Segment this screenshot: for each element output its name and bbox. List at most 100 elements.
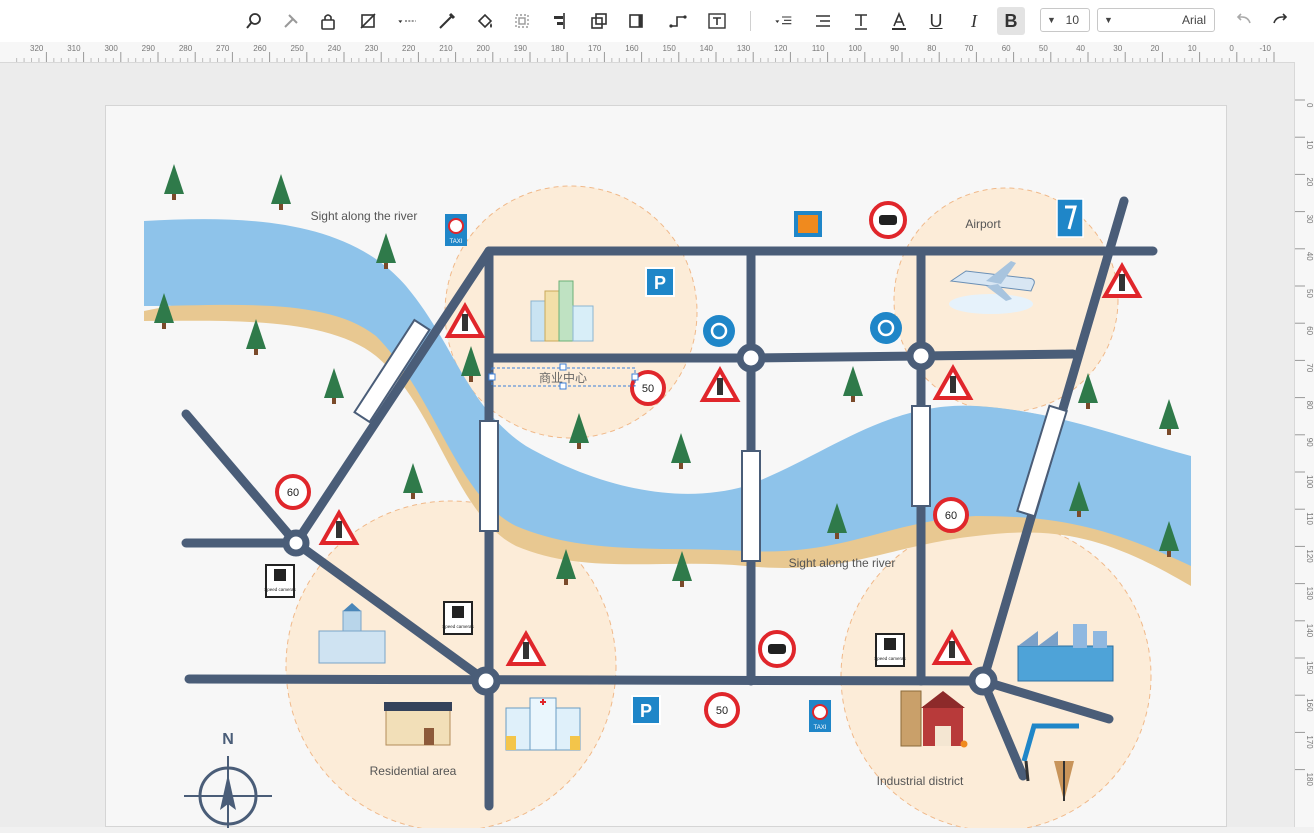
ruler-tick-label: 40 (1076, 44, 1085, 53)
taxi-sign: TAXI (445, 214, 467, 246)
ruler-tick-label: 100 (1305, 475, 1314, 489)
lock-icon[interactable] (314, 7, 342, 35)
speed-limit-value: 60 (945, 510, 957, 522)
road (484, 349, 1078, 363)
drawing-page[interactable]: 50 60 60 50 P P TAXI TAXI Speed cameras … (105, 105, 1228, 833)
ruler-tick-label: 170 (1305, 735, 1314, 749)
ruler-tick-label: 30 (1305, 215, 1314, 224)
ruler-tick-label: 90 (1305, 438, 1314, 447)
crop-icon[interactable] (508, 7, 536, 35)
text-style-icon[interactable] (847, 7, 875, 35)
ruler-tick-label: 150 (1305, 661, 1314, 675)
ruler-tick-label: 270 (216, 44, 230, 53)
text-spacing-icon[interactable] (766, 7, 802, 35)
residential-label: Residential area (370, 764, 457, 778)
tree-icon (671, 433, 691, 469)
speed-limit-sign: 60 (933, 497, 969, 533)
ruler-tick-label: 10 (1305, 140, 1314, 149)
speed-limit-value: 50 (642, 383, 654, 395)
tree-icon (1159, 399, 1179, 435)
ruler-tick-label: 180 (1305, 773, 1314, 787)
roundabout (906, 341, 936, 371)
speed-camera-sign: Speed cameras (442, 601, 475, 635)
ruler-tick-label: 180 (551, 44, 565, 53)
ruler-tick-label: 190 (514, 44, 528, 53)
ruler-tick-label: 40 (1305, 252, 1314, 261)
no-vehicles-sign-icon (869, 201, 907, 239)
ruler-tick-label: 230 (365, 44, 379, 53)
ruler-tick-label: 30 (1113, 44, 1122, 53)
ruler-tick-label: 20 (1305, 177, 1314, 186)
ruler-tick-label: 160 (1305, 698, 1314, 712)
tree-icon (246, 319, 266, 355)
ruler-tick-label: 260 (253, 44, 267, 53)
font-size-value: 10 (1065, 13, 1079, 27)
connector-icon[interactable] (664, 7, 692, 35)
tree-icon (324, 368, 344, 404)
ruler-tick-label: 50 (1305, 289, 1314, 298)
no-fill-icon[interactable] (354, 7, 382, 35)
speed-limit-value: 50 (716, 705, 728, 717)
group-icon[interactable] (622, 7, 650, 35)
font-size-select[interactable]: ▼ 10 (1040, 8, 1090, 32)
tools-icon[interactable] (277, 7, 305, 35)
tree-icon (271, 174, 291, 210)
font-color-icon[interactable] (885, 7, 913, 35)
ruler-tick-label: 90 (890, 44, 899, 53)
fill-icon[interactable] (471, 7, 499, 35)
ruler-tick-label: 150 (662, 44, 676, 53)
city-map[interactable]: 50 60 60 50 P P TAXI TAXI Speed cameras … (106, 106, 1228, 833)
north-label: N (222, 731, 234, 748)
undo-icon[interactable] (1230, 7, 1258, 35)
vertical-ruler: 0 10 20 30 40 50 60 70 80 90 100 110 120 130 140 150 160… (1294, 62, 1314, 827)
speed-camera-sign: Speed cameras (874, 633, 907, 667)
line-style-icon[interactable] (389, 7, 425, 35)
ruler-tick-label: 300 (104, 44, 118, 53)
bold-icon[interactable]: B (997, 7, 1025, 35)
ruler-tick-label: 110 (1305, 512, 1314, 525)
roundabout (968, 666, 998, 696)
ruler-tick-label: 10 (1188, 44, 1197, 53)
chevron-down-icon: ▼ (1104, 15, 1113, 25)
taxi-label: TAXI (450, 239, 463, 245)
italic-icon[interactable]: I (960, 7, 988, 35)
font-name-value: Arial (1181, 13, 1206, 27)
ruler-tick-label: 0 (1229, 44, 1234, 53)
parking-label: P (654, 273, 666, 293)
ruler-tick-label: 50 (1039, 44, 1048, 53)
ruler-tick-label: 60 (1305, 326, 1314, 335)
align-icon[interactable] (809, 7, 837, 35)
phone-sign-icon (794, 211, 822, 237)
text-box-icon[interactable] (703, 7, 731, 35)
ruler-tick-label: 210 (439, 44, 453, 53)
ruler-tick-label: 130 (1305, 587, 1314, 601)
ruler-tick-label: 120 (774, 44, 788, 53)
road (184, 674, 988, 686)
ruler-tick-label: 160 (625, 44, 639, 53)
underline-icon[interactable]: U (922, 7, 950, 35)
ruler-tick-label: 170 (588, 44, 602, 53)
search-icon[interactable] (240, 7, 268, 35)
align-objects-icon[interactable] (546, 7, 574, 35)
font-name-select[interactable]: ▼ Arial (1097, 8, 1215, 32)
arrange-icon[interactable] (585, 7, 613, 35)
roundabout (736, 343, 766, 373)
ruler-tick-label: 200 (476, 44, 490, 53)
speed-limit-sign: 60 (275, 474, 311, 510)
roundabout-sign-icon (703, 315, 735, 347)
taxi-label: TAXI (814, 725, 827, 731)
redo-icon[interactable] (1266, 7, 1294, 35)
ruler-tick-label: 140 (1305, 624, 1314, 638)
tree-icon (843, 366, 863, 402)
ruler-tick-label: 80 (1305, 401, 1314, 410)
bridge (479, 420, 499, 532)
horizontal-ruler: -10 0 10 20 30 40 50 60 70 80 90 100 110 120 130 140 150… (0, 42, 1314, 63)
no-vehicles-sign-icon (758, 630, 796, 668)
ruler-tick-label: 20 (1150, 44, 1159, 53)
ruler-tick-label: 130 (737, 44, 751, 53)
ruler-tick-label: 220 (402, 44, 416, 53)
ruler-tick-label: 0 (1305, 103, 1314, 108)
parking-label: P (640, 701, 652, 721)
airport-direction-sign-icon (1056, 198, 1084, 238)
line-color-icon[interactable] (433, 7, 461, 35)
